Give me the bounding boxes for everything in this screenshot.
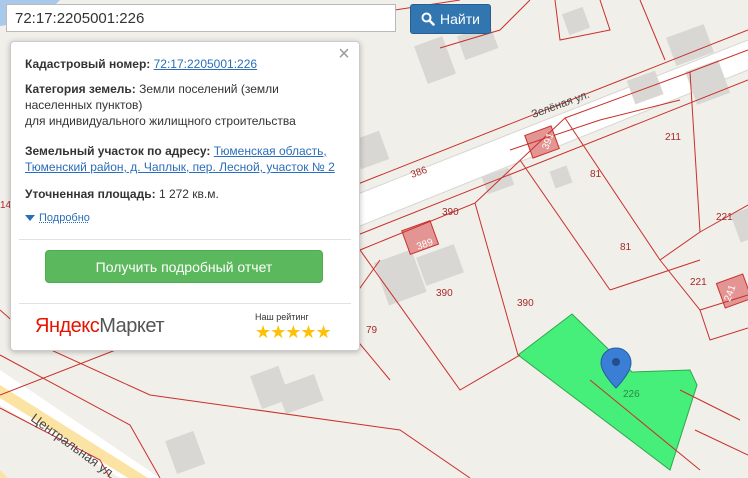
land-category-value: населенных пунктов)	[25, 98, 143, 112]
logo-text: Яндекс	[35, 315, 100, 337]
rating-label: Наш рейтинг	[255, 312, 309, 322]
parcel-label: 221	[716, 212, 733, 223]
search-input[interactable]	[6, 4, 396, 32]
parcel-label: 226	[623, 389, 640, 400]
area-label: Уточненная площадь:	[25, 187, 156, 201]
get-report-button[interactable]: Получить подробный отчет	[45, 250, 323, 283]
parcel-label: 390	[436, 288, 453, 299]
parcel-info-popup: × Кадастровый номер: 72:17:2205001:226 К…	[10, 41, 360, 351]
details-toggle-label: Подробно	[39, 212, 90, 224]
area-value: 1 272 кв.м.	[158, 187, 219, 201]
search-button-label: Найти	[440, 11, 480, 27]
yandex-market-logo[interactable]: ЯндексМаркет	[35, 315, 164, 338]
logo-text: Маркет	[99, 315, 164, 337]
land-category-label: Категория земель:	[25, 82, 136, 96]
divider	[19, 303, 351, 304]
cadastral-number-row: Кадастровый номер: 72:17:2205001:226	[25, 56, 343, 72]
search-button[interactable]: Найти	[410, 4, 491, 34]
parcel-label: 211	[665, 132, 681, 143]
star-rating-icon: ★★★★★	[255, 322, 332, 342]
search-icon	[421, 12, 435, 26]
area-row: Уточненная площадь: 1 272 кв.м.	[25, 186, 343, 202]
address-label: Земельный участок по адресу:	[25, 144, 211, 158]
parcel-label: 390	[442, 207, 459, 218]
cadastral-number-label: Кадастровый номер:	[25, 57, 151, 71]
land-category-value: Земли поселений (земли	[139, 82, 279, 96]
parcel-label: 79	[366, 325, 378, 336]
address-link[interactable]: Тюменская область,	[214, 144, 327, 158]
parcel-label: 390	[517, 298, 534, 309]
parcel-label: 221	[690, 277, 707, 288]
address-row: Земельный участок по адресу: Тюменская о…	[25, 143, 343, 175]
cadastral-number-link[interactable]: 72:17:2205001:226	[154, 57, 257, 71]
land-category-value: для индивидуального жилищного строительс…	[25, 114, 296, 128]
parcel-label: 81	[620, 242, 632, 253]
parcel-label: 81	[590, 169, 602, 180]
details-toggle[interactable]: Подробно	[25, 212, 90, 224]
land-category-row: Категория земель: Земли поселений (земли…	[25, 81, 343, 129]
divider	[19, 239, 351, 240]
caret-down-icon	[25, 215, 35, 221]
market-rating[interactable]: Наш рейтинг ★★★★★	[255, 312, 335, 342]
address-link[interactable]: Тюменский район, д. Чаплык, пер. Лесной,…	[25, 160, 335, 174]
